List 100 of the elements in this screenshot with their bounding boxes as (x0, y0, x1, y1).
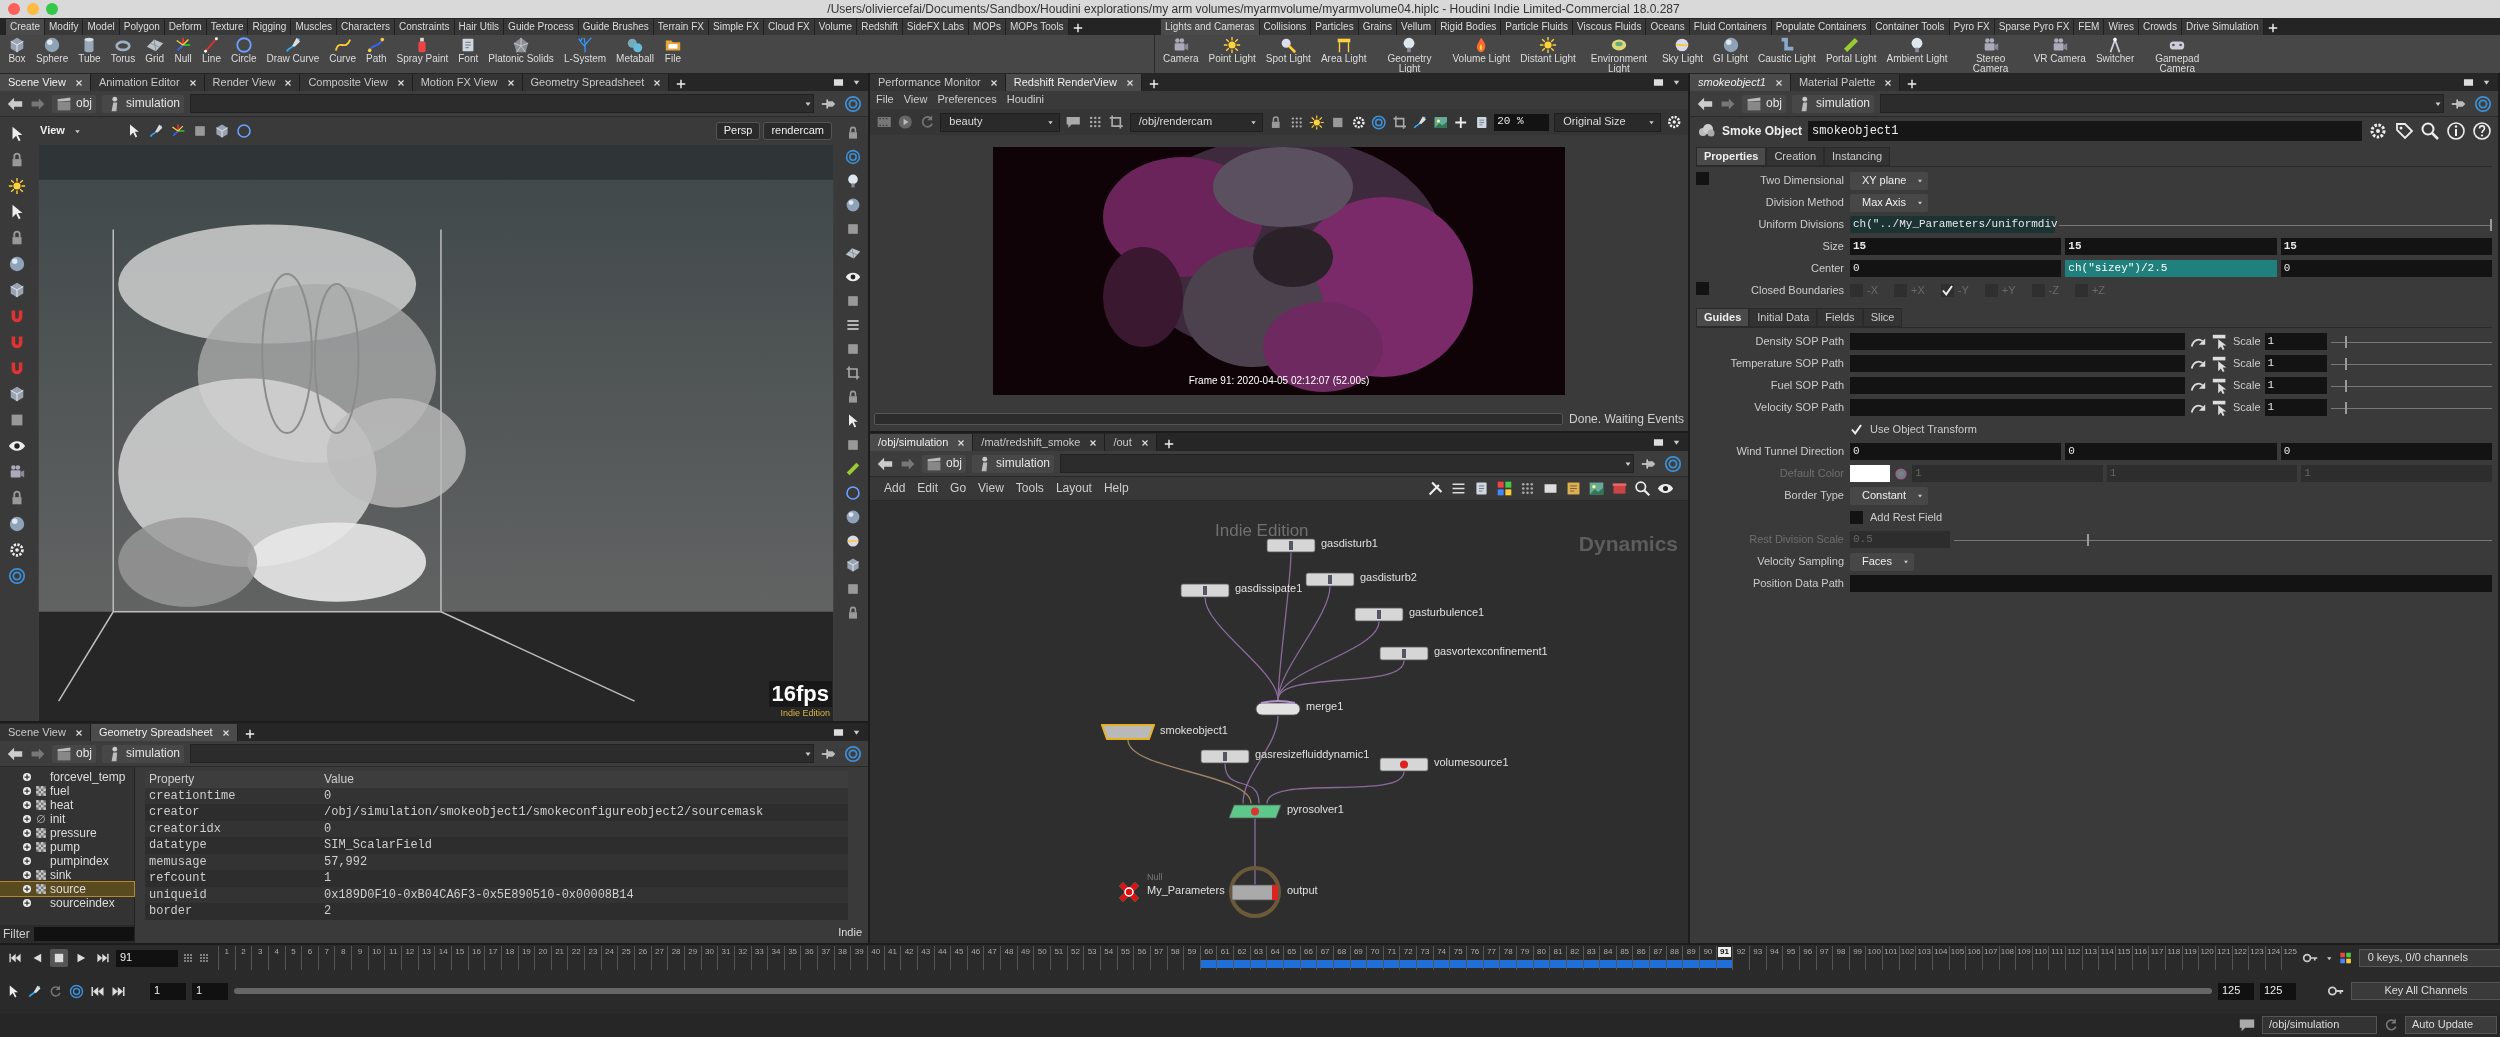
shelf-tab[interactable]: Viscous Fluids (1573, 19, 1647, 35)
shelf-tab[interactable]: Rigging (248, 19, 292, 35)
shelf-tab[interactable]: Grains (1358, 19, 1398, 35)
frame-number[interactable]: 83 (1586, 947, 1596, 957)
shelf-tool[interactable]: Curve (329, 36, 356, 64)
frame-number[interactable]: 62 (1237, 947, 1247, 957)
shelf-tool[interactable]: Font (458, 36, 479, 64)
frame-number[interactable]: 123 (2250, 947, 2264, 957)
shelf-tab[interactable]: Hair Utils (454, 19, 505, 35)
frame-number[interactable]: 52 (1071, 947, 1080, 957)
end-frame-field[interactable]: 125 (2260, 982, 2296, 1000)
frame-number[interactable]: 18 (505, 947, 515, 957)
menu-item[interactable]: Go (950, 481, 967, 496)
frame-number[interactable]: 102 (1900, 947, 1915, 957)
shelf-tab[interactable]: Crowds (2139, 19, 2182, 35)
scale-field[interactable]: 1 (2264, 355, 2327, 373)
path-crumb[interactable]: simulation (102, 744, 185, 763)
camera-button[interactable]: Persp (715, 122, 761, 140)
frame-number[interactable]: 42 (904, 947, 914, 957)
frame-number[interactable]: 113 (2084, 947, 2097, 957)
frame-number[interactable]: 122 (2233, 947, 2247, 957)
shelf-tool[interactable]: Draw Curve (266, 36, 320, 64)
frame-number[interactable]: 109 (2017, 947, 2031, 957)
frame-number[interactable]: 23 (588, 947, 598, 957)
frame-number[interactable]: 9 (357, 947, 363, 957)
frame-number[interactable]: 38 (838, 947, 847, 957)
menu-item[interactable]: File (876, 93, 894, 107)
range-end-field[interactable]: 125 (2218, 982, 2254, 1000)
parameter-tab[interactable]: Creation (1766, 147, 1824, 167)
shelf-tool[interactable]: Box (8, 36, 26, 64)
frame-number[interactable]: 100 (1867, 947, 1881, 957)
frame-number[interactable]: 84 (1603, 947, 1613, 957)
scale-field[interactable]: 1 (2264, 377, 2327, 395)
shelf-tool[interactable]: Path (366, 36, 387, 64)
shelf-tool[interactable]: Geometry Light (1376, 36, 1443, 74)
shelf-tab[interactable]: Deform (164, 19, 207, 35)
frame-number[interactable]: 37 (821, 947, 831, 957)
frame-number[interactable]: 17 (488, 947, 498, 957)
frame-number[interactable]: 53 (1087, 947, 1097, 957)
menu-item[interactable]: Add (884, 481, 906, 496)
frame-number[interactable]: 77 (1487, 947, 1496, 957)
path-crumb[interactable]: simulation (972, 454, 1055, 473)
frame-number[interactable]: 120 (2200, 947, 2214, 957)
frame-number[interactable]: 24 (605, 947, 614, 957)
shelf-tab[interactable]: Muscles (291, 19, 338, 35)
node-name-field[interactable]: smokeobject1 (1808, 121, 2362, 141)
frame-number[interactable]: 41 (888, 947, 897, 957)
frame-number[interactable]: 78 (1503, 947, 1513, 957)
frame-number[interactable]: 1 (224, 947, 230, 957)
frame-number[interactable]: 121 (2217, 947, 2231, 957)
dropdown[interactable]: XY plane (1850, 171, 1929, 190)
shelf-tab[interactable]: Model (83, 19, 120, 35)
shelf-tab[interactable]: Polygon (119, 19, 165, 35)
frame-number[interactable]: 60 (1204, 947, 1214, 957)
shelf-tool[interactable]: Portal Light (1825, 36, 1877, 64)
zoom-field[interactable]: 20 % (1494, 113, 1550, 131)
frame-number[interactable]: 76 (1470, 947, 1480, 957)
frame-number[interactable]: 117 (2150, 947, 2164, 957)
frame-number[interactable]: 30 (704, 947, 714, 957)
frame-number[interactable]: 20 (538, 947, 548, 957)
pane-tab[interactable]: Redshift RenderView (1005, 74, 1142, 91)
frame-number[interactable]: 3 (257, 947, 263, 957)
menu-item[interactable]: Help (1103, 481, 1129, 496)
shelf-tab[interactable]: SideFX Labs (902, 19, 970, 35)
frame-number[interactable]: 65 (1287, 947, 1297, 957)
frame-number[interactable]: 32 (738, 947, 748, 957)
shelf-tool[interactable]: VR Camera (2033, 36, 2086, 64)
shelf-tool[interactable]: File (663, 36, 682, 64)
shelf-tool[interactable]: Camera (1163, 36, 1199, 64)
shelf-tool[interactable]: Stereo Camera (1957, 36, 2024, 74)
shelf-tab[interactable]: Constraints (394, 19, 455, 35)
dropdown[interactable]: Faces (1850, 552, 1914, 571)
tree-item[interactable]: pumpindex (0, 854, 134, 868)
shelf-tab[interactable]: Pyro FX (1949, 19, 1995, 35)
frame-number[interactable]: 125 (2283, 947, 2297, 957)
frame-number[interactable]: 75 (1453, 947, 1463, 957)
shelf-tab[interactable]: Guide Process (504, 19, 579, 35)
frame-number[interactable]: 90 (1703, 947, 1713, 957)
start-frame-field[interactable]: 1 (150, 982, 186, 1000)
menu-item[interactable]: Preferences (937, 93, 997, 107)
shelf-tool[interactable]: Spray Paint (396, 36, 449, 64)
shelf-tab[interactable]: FEM (2074, 19, 2105, 35)
frame-number[interactable]: 85 (1620, 947, 1630, 957)
menu-item[interactable]: View (978, 481, 1004, 496)
frame-number[interactable]: 50 (1037, 947, 1047, 957)
shelf-tab[interactable]: Vellum (1397, 19, 1437, 35)
tree-item[interactable]: heat (0, 798, 134, 812)
frame-number[interactable]: 115 (2117, 947, 2131, 957)
frame-number[interactable]: 66 (1304, 947, 1313, 957)
shelf-tab[interactable]: Cloud FX (764, 19, 815, 35)
frame-number[interactable]: 11 (389, 947, 398, 957)
shelf-tab[interactable]: Create (6, 19, 45, 35)
frame-number[interactable]: 45 (954, 947, 964, 957)
path-crumb[interactable]: obj (1742, 94, 1786, 113)
frame-number[interactable]: 21 (555, 947, 565, 957)
value-field[interactable]: 0 (2280, 443, 2492, 461)
frame-number[interactable]: 14 (438, 947, 448, 957)
shelf-tool[interactable]: Point Light (1208, 36, 1256, 64)
frame-number[interactable]: 119 (2184, 947, 2197, 957)
dropdown[interactable]: Constant (1850, 486, 1929, 505)
